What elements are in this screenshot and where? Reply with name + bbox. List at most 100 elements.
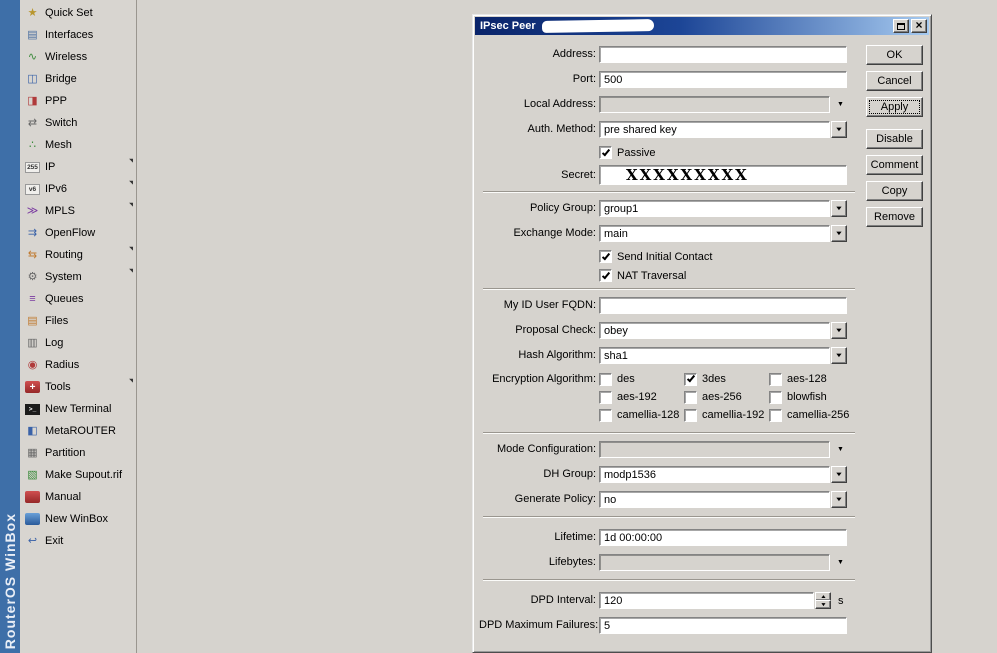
sidebar-item-ipv6[interactable]: v6 IPv6 ◥: [20, 178, 136, 200]
sidebar-item-label: PPP: [45, 95, 68, 107]
sidebar-item-new-winbox[interactable]: New WinBox: [20, 508, 136, 530]
mode-configuration-input[interactable]: [599, 441, 830, 458]
sidebar-item-wireless[interactable]: ∿ Wireless: [20, 46, 136, 68]
passive-checkbox[interactable]: [599, 146, 612, 159]
encryption-des-checkbox[interactable]: [599, 372, 612, 386]
titlebar-buttons: ×: [893, 19, 927, 33]
sidebar-item-manual[interactable]: Manual: [20, 486, 136, 508]
sidebar-item-radius[interactable]: ◉ Radius: [20, 354, 136, 376]
local-address-row: Local Address: ▼: [479, 96, 861, 113]
group-separator: [483, 288, 855, 290]
sidebar-item-mesh[interactable]: ∴ Mesh: [20, 134, 136, 156]
nat-traversal-checkbox[interactable]: [599, 269, 612, 282]
lifebytes-input[interactable]: [599, 554, 830, 571]
lifetime-row: Lifetime:: [479, 529, 861, 546]
encryption-camellia-192-checkbox[interactable]: [684, 408, 697, 422]
sidebar-item-bridge[interactable]: ◫ Bridge: [20, 68, 136, 90]
remove-button[interactable]: Remove: [866, 207, 923, 227]
policy-group-dropdown-button[interactable]: ▼: [831, 200, 847, 217]
encryption-option: camellia-256: [769, 408, 850, 422]
proposal-check-dropdown-button[interactable]: ▼: [831, 322, 847, 339]
comment-button[interactable]: Comment: [866, 155, 923, 175]
exchange-mode-dropdown-button[interactable]: ▼: [831, 225, 847, 242]
routing-icon: ⇆: [27, 248, 38, 261]
dpd-maximum-failures-input[interactable]: [599, 617, 847, 634]
encryption-aes-256-checkbox[interactable]: [684, 390, 697, 404]
sidebar-item-log[interactable]: ▥ Log: [20, 332, 136, 354]
generate-policy-select[interactable]: [599, 491, 830, 508]
sidebar-item-openflow[interactable]: ⇉ OpenFlow: [20, 222, 136, 244]
sidebar-item-switch[interactable]: ⇄ Switch: [20, 112, 136, 134]
my-id-user-fqdn-input[interactable]: [599, 297, 847, 314]
cancel-button[interactable]: Cancel: [866, 71, 923, 91]
address-input[interactable]: [599, 46, 847, 63]
sidebar-item-system[interactable]: ⚙ System ◥: [20, 266, 136, 288]
ok-button[interactable]: OK: [866, 45, 923, 65]
dialog-titlebar[interactable]: IPsec Peer ×: [475, 17, 929, 35]
exchange-mode-combo: ▼: [599, 225, 847, 242]
sidebar-item-make-supout[interactable]: ▧ Make Supout.rif: [20, 464, 136, 486]
sidebar-item-routing[interactable]: ⇆ Routing ◥: [20, 244, 136, 266]
sidebar-item-quick-set[interactable]: ★ Quick Set: [20, 2, 136, 24]
close-button[interactable]: ×: [911, 19, 927, 33]
sidebar-item-exit[interactable]: ↩ Exit: [20, 530, 136, 552]
hash-algorithm-dropdown-button[interactable]: ▼: [831, 347, 847, 364]
submenu-arrow-icon: ◥: [129, 378, 133, 384]
sidebar-item-new-terminal[interactable]: >_ New Terminal: [20, 398, 136, 420]
sidebar-item-tools[interactable]: + Tools ◥: [20, 376, 136, 398]
sidebar-item-ip[interactable]: 255 IP ◥: [20, 156, 136, 178]
lifebytes-dropdown-icon[interactable]: ▼: [837, 559, 844, 566]
sidebar-item-interfaces[interactable]: ▤ Interfaces: [20, 24, 136, 46]
disable-button[interactable]: Disable: [866, 129, 923, 149]
encryption-blowfish-checkbox[interactable]: [769, 390, 782, 404]
encryption-option: aes-256: [684, 390, 769, 404]
encryption-camellia-128-checkbox[interactable]: [599, 408, 612, 422]
proposal-check-select[interactable]: [599, 322, 830, 339]
nat-traversal-row: NAT Traversal: [479, 269, 861, 282]
spin-down-button[interactable]: ▼: [815, 600, 831, 609]
auth-method-select[interactable]: [599, 121, 830, 138]
hash-algorithm-select[interactable]: [599, 347, 830, 364]
encryption-aes-192-checkbox[interactable]: [599, 390, 612, 404]
sidebar-item-label: Interfaces: [45, 29, 94, 41]
local-address-dropdown-icon[interactable]: ▼: [837, 101, 844, 108]
auth-method-dropdown-button[interactable]: ▼: [831, 121, 847, 138]
copy-button[interactable]: Copy: [866, 181, 923, 201]
sidebar-item-mpls[interactable]: ≫ MPLS ◥: [20, 200, 136, 222]
dpd-interval-label: DPD Interval:: [530, 594, 596, 606]
radius-icon: ◉: [27, 358, 38, 371]
port-input[interactable]: [599, 71, 847, 88]
encryption-algorithm-label: Encryption Algorithm:: [492, 373, 596, 385]
secret-input[interactable]: [599, 165, 847, 185]
sidebar-item-files[interactable]: ▤ Files: [20, 310, 136, 332]
toolbox-icon: +: [25, 381, 40, 393]
exchange-mode-label: Exchange Mode:: [513, 227, 596, 239]
ip-icon: 255: [25, 161, 40, 173]
group-separator: [483, 432, 855, 434]
encryption-aes-128-checkbox[interactable]: [769, 372, 782, 386]
dpd-interval-input[interactable]: [599, 592, 814, 609]
proposal-check-label: Proposal Check:: [515, 324, 596, 336]
sidebar-item-queues[interactable]: ≡ Queues: [20, 288, 136, 310]
dpd-maximum-failures-label: DPD Maximum Failures:: [479, 619, 599, 631]
dh-group-select[interactable]: [599, 466, 830, 483]
encryption-camellia-256-checkbox[interactable]: [769, 408, 782, 422]
sidebar-item-label: Mesh: [45, 139, 72, 151]
sidebar-item-metarouter[interactable]: ◧ MetaROUTER: [20, 420, 136, 442]
policy-group-select[interactable]: [599, 200, 830, 217]
maximize-button[interactable]: [893, 19, 909, 33]
generate-policy-dropdown-button[interactable]: ▼: [831, 491, 847, 508]
lifetime-input[interactable]: [599, 529, 847, 546]
mode-configuration-dropdown-icon[interactable]: ▼: [837, 446, 844, 453]
sidebar-item-ppp[interactable]: ◨ PPP: [20, 90, 136, 112]
exchange-mode-select[interactable]: [599, 225, 830, 242]
encryption-3des-checkbox[interactable]: [684, 372, 697, 386]
local-address-input[interactable]: [599, 96, 830, 113]
sidebar-item-label: IP: [45, 161, 56, 173]
dh-group-dropdown-button[interactable]: ▼: [831, 466, 847, 483]
auth-method-label: Auth. Method:: [527, 123, 597, 135]
sidebar-item-partition[interactable]: ▦ Partition: [20, 442, 136, 464]
dpd-interval-spinner: ▲ ▼: [815, 592, 831, 609]
apply-button[interactable]: Apply: [866, 97, 923, 117]
send-initial-contact-checkbox[interactable]: [599, 250, 612, 263]
